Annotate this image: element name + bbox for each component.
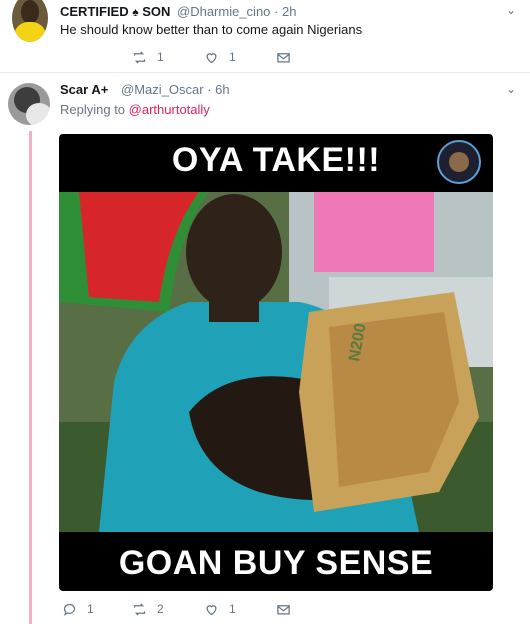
avatar[interactable]	[12, 0, 48, 42]
message-button[interactable]	[276, 48, 291, 66]
retweet-icon	[133, 602, 146, 616]
like-button[interactable]: 1	[204, 600, 236, 618]
user-handle[interactable]: @Mazi_Oscar · 6h	[121, 82, 230, 97]
avatar-head	[21, 0, 39, 24]
tweet-certified-son[interactable]: CERTIFIED ♠ SON @Dharmie_cino · 2h ⌄ He …	[0, 0, 530, 73]
avatar[interactable]	[8, 83, 50, 125]
thread-line	[29, 131, 32, 624]
reply-button[interactable]: 1	[62, 600, 94, 618]
like-icon	[206, 604, 217, 615]
tweet-scar-a-plus[interactable]: Scar A+ @Mazi_Oscar · 6h ⌄ Replying to @…	[0, 73, 530, 624]
avatar-body	[26, 103, 50, 125]
message-icon	[277, 604, 290, 614]
replying-to-link[interactable]: @arthurtotally	[129, 102, 210, 117]
message-button[interactable]	[276, 600, 291, 618]
replying-to: Replying to @arthurtotally	[60, 102, 210, 117]
avatar-shirt	[14, 22, 46, 42]
reply-icon	[63, 603, 76, 616]
chevron-down-icon[interactable]: ⌄	[506, 3, 516, 17]
tweet-actions: 1 1	[0, 48, 530, 66]
tweet-actions: 1 2 1	[0, 600, 530, 618]
chevron-down-icon[interactable]: ⌄	[506, 82, 516, 96]
retweet-icon	[133, 50, 146, 64]
meme-bottom-text: GOAN BUY SENSE	[118, 543, 434, 582]
like-icon	[206, 52, 217, 63]
message-icon	[277, 52, 290, 62]
like-button[interactable]: 1	[204, 48, 236, 66]
display-name[interactable]: Scar A+	[60, 82, 108, 97]
tweet-text: He should know better than to come again…	[60, 22, 363, 37]
tweet-media-image[interactable]: OYA TAKE!!! N200 GOAN BUY SENSE	[59, 134, 493, 591]
retweet-button[interactable]: 1	[132, 48, 164, 66]
watermark-logo	[437, 140, 481, 184]
retweet-button[interactable]: 2	[132, 600, 164, 618]
spade-icon: ♠	[132, 5, 139, 19]
user-handle[interactable]: @Dharmie_cino · 2h	[177, 4, 296, 19]
meme-top-text: OYA TAKE!!!	[171, 140, 381, 179]
meme-photo: N200	[59, 192, 493, 532]
display-name[interactable]: CERTIFIED ♠ SON	[60, 4, 170, 19]
